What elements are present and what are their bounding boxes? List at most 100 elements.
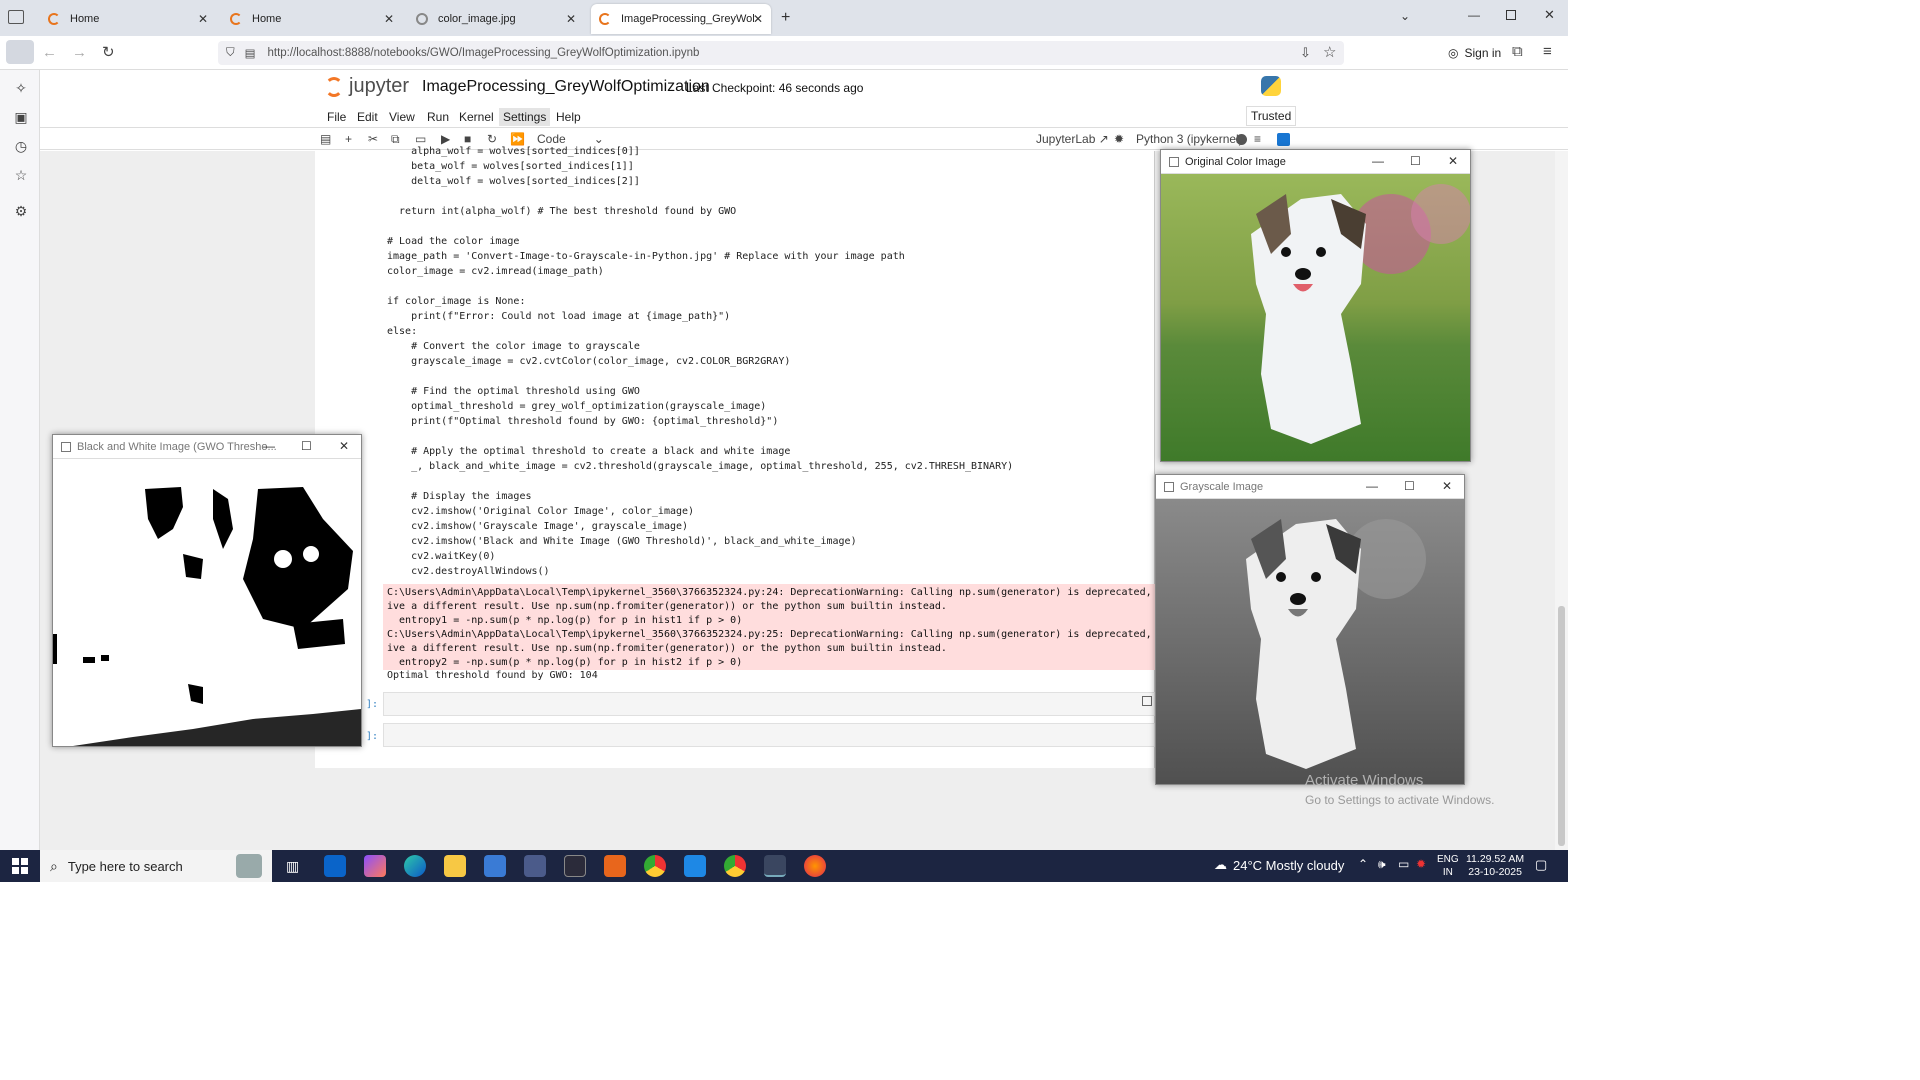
- history-icon[interactable]: ◷: [12, 137, 30, 155]
- close-icon[interactable]: ✕: [198, 12, 208, 26]
- hamburger-icon[interactable]: ≡: [1254, 132, 1261, 146]
- minimize-icon[interactable]: —: [1366, 479, 1378, 493]
- clock[interactable]: 11.29.52 AM 23-10-2025: [1466, 853, 1524, 879]
- debugger-icon[interactable]: ✹: [1114, 132, 1124, 146]
- notifications-icon[interactable]: ▢: [1535, 857, 1547, 873]
- notebook-icon[interactable]: [1277, 133, 1290, 146]
- volume-icon[interactable]: 🕪: [1378, 857, 1386, 872]
- cell-prompt: ]:: [366, 731, 379, 742]
- sidebar-toggle-icon[interactable]: [6, 40, 34, 64]
- maximize-icon[interactable]: ☐: [301, 439, 312, 453]
- taskbar-search[interactable]: ⌕ Type here to search: [40, 850, 272, 882]
- save-icon[interactable]: ▤: [320, 132, 331, 146]
- close-icon[interactable]: ✕: [753, 12, 763, 26]
- notebook-title[interactable]: ImageProcessing_GreyWolfOptimization: [422, 78, 710, 96]
- window-original-color[interactable]: Original Color Image — ☐ ✕: [1160, 149, 1471, 462]
- cut-icon[interactable]: ✂: [368, 132, 378, 146]
- page-icon: ▤: [244, 48, 256, 60]
- tab-notebook[interactable]: ImageProcessing_GreyWolfOpti✕: [591, 4, 771, 34]
- jupyter-taskbar-icon[interactable]: [764, 855, 786, 877]
- window-grayscale[interactable]: Grayscale Image — ☐ ✕: [1155, 474, 1465, 785]
- back-icon[interactable]: ←: [42, 44, 57, 61]
- menu-run[interactable]: Run: [423, 108, 453, 126]
- sign-in-button[interactable]: ◎ Sign in: [1440, 41, 1509, 65]
- weather-widget[interactable]: ☁ 24°C Mostly cloudy: [1214, 857, 1344, 873]
- tab-color-image[interactable]: color_image.jpg ✕: [408, 4, 584, 34]
- maximize-icon[interactable]: ☐: [1410, 154, 1421, 168]
- forward-icon[interactable]: →: [72, 44, 87, 61]
- reload-icon[interactable]: ↻: [102, 43, 115, 61]
- tab-list-chevron-icon[interactable]: ⌄: [1400, 9, 1410, 23]
- settings-gear-icon[interactable]: ⚙: [12, 202, 30, 220]
- close-icon[interactable]: ✕: [339, 439, 349, 453]
- chrome-icon[interactable]: [644, 855, 666, 877]
- jupyter-logo[interactable]: jupyter: [325, 75, 409, 98]
- bookmarks-icon[interactable]: ☆: [12, 166, 30, 184]
- new-tab-button[interactable]: +: [781, 9, 790, 27]
- extensions-icon[interactable]: ⧉: [1512, 43, 1523, 60]
- copy-cell-icon[interactable]: [1142, 696, 1152, 706]
- firefox-icon[interactable]: [804, 855, 826, 877]
- close-window-icon[interactable]: ✕: [1544, 7, 1555, 23]
- copilot-icon[interactable]: [364, 855, 386, 877]
- tab-label: Home: [252, 13, 282, 25]
- window-titlebar[interactable]: Grayscale Image: [1156, 475, 1464, 499]
- menu-icon[interactable]: ≡: [1543, 43, 1552, 60]
- shield-icon: ⛉: [226, 46, 235, 59]
- jupyter-logo-text: jupyter: [349, 75, 410, 97]
- menu-settings[interactable]: Settings: [499, 108, 551, 126]
- code-line: if color_image is None:: [387, 296, 526, 307]
- empty-code-cell[interactable]: [383, 692, 1155, 716]
- url-bar[interactable]: ⛉ ▤ http://localhost:8888/notebooks/GWO/…: [218, 41, 1344, 65]
- scroll-thumb[interactable]: [1558, 606, 1565, 846]
- minimize-icon[interactable]: —: [1468, 8, 1480, 22]
- network-icon[interactable]: ▭: [1398, 857, 1409, 871]
- ai-chat-icon[interactable]: ✧: [12, 79, 30, 97]
- start-windows-icon[interactable]: [12, 858, 28, 874]
- menu-view[interactable]: View: [385, 108, 419, 126]
- scrollbar[interactable]: [1555, 151, 1568, 851]
- minimize-icon[interactable]: —: [263, 439, 275, 453]
- window-titlebar[interactable]: Black and White Image (GWO Thresho...: [53, 435, 361, 459]
- bookmark-star-icon[interactable]: ☆: [1323, 43, 1336, 61]
- menu-file[interactable]: File: [323, 108, 350, 126]
- insert-cell-icon[interactable]: +: [345, 132, 352, 146]
- trusted-indicator[interactable]: Trusted: [1246, 106, 1297, 126]
- task-view-icon[interactable]: ▥: [286, 858, 299, 875]
- vscode-icon[interactable]: [684, 855, 706, 877]
- system-tray-chevron-icon[interactable]: ⌃: [1358, 857, 1368, 871]
- jupyterlab-link[interactable]: JupyterLab ↗: [1036, 132, 1109, 146]
- install-app-icon[interactable]: ⇩: [1300, 45, 1311, 61]
- synced-tabs-icon[interactable]: ▣: [12, 108, 30, 126]
- menu-kernel[interactable]: Kernel: [455, 108, 498, 126]
- minimize-icon[interactable]: —: [1372, 154, 1384, 168]
- close-icon[interactable]: ✕: [384, 12, 394, 26]
- kernel-name[interactable]: Python 3 (ipykernel): [1136, 132, 1243, 146]
- close-icon[interactable]: ✕: [1442, 479, 1452, 493]
- maximize-icon[interactable]: ☐: [1404, 479, 1415, 493]
- app-icon-2[interactable]: [564, 855, 586, 877]
- close-icon[interactable]: ✕: [1448, 154, 1458, 168]
- app-icon-1[interactable]: [524, 855, 546, 877]
- empty-code-cell[interactable]: [383, 723, 1155, 747]
- store-icon[interactable]: [484, 855, 506, 877]
- code-line: color_image = cv2.imread(image_path): [387, 266, 604, 277]
- restore-icon[interactable]: [1506, 10, 1516, 20]
- tab-home-2[interactable]: Home ✕: [222, 4, 402, 34]
- file-explorer-icon[interactable]: [444, 855, 466, 877]
- code-line: print(f"Error: Could not load image at {…: [387, 311, 731, 322]
- outlook-icon[interactable]: [324, 855, 346, 877]
- tab-home-1[interactable]: Home ✕: [40, 4, 216, 34]
- menu-edit[interactable]: Edit: [353, 108, 382, 126]
- code-line: # Display the images: [387, 491, 532, 502]
- edge-icon[interactable]: [404, 855, 426, 877]
- app-icon-3[interactable]: [604, 855, 626, 877]
- tab-overview-icon[interactable]: [8, 10, 24, 24]
- close-icon[interactable]: ✕: [566, 12, 576, 26]
- window-titlebar[interactable]: Original Color Image: [1161, 150, 1470, 174]
- security-icon[interactable]: ✹: [1416, 857, 1426, 871]
- menu-help[interactable]: Help: [552, 108, 585, 126]
- window-black-and-white[interactable]: Black and White Image (GWO Thresho... — …: [52, 434, 362, 747]
- chrome-icon-2[interactable]: [724, 855, 746, 877]
- language-indicator[interactable]: ENG IN: [1437, 853, 1459, 879]
